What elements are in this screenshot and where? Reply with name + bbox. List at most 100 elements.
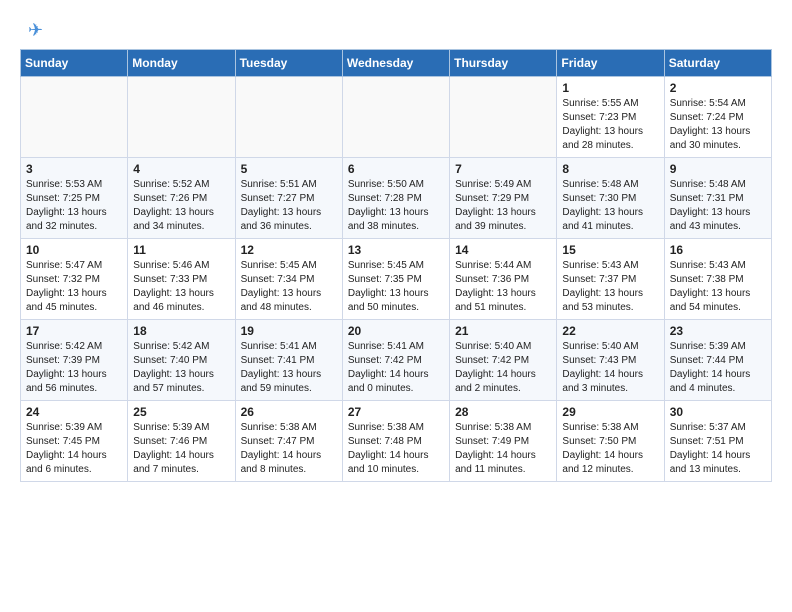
day-info: Sunrise: 5:48 AM Sunset: 7:31 PM Dayligh… [670,178,766,234]
calendar-table: SundayMondayTuesdayWednesdayThursdayFrid… [20,49,772,482]
calendar-cell: 21Sunrise: 5:40 AM Sunset: 7:42 PM Dayli… [450,320,557,401]
calendar-cell [342,77,449,158]
calendar-week-row: 1 Sunrise: 5:55 AM Sunset: 7:23 PM Daylig… [21,77,772,158]
calendar-cell: 7 Sunrise: 5:49 AM Sunset: 7:29 PM Daylig… [450,158,557,239]
day-number: 6 [348,162,444,176]
day-info: Sunrise: 5:38 AM Sunset: 7:50 PM Dayligh… [562,421,658,477]
calendar-cell: 4 Sunrise: 5:52 AM Sunset: 7:26 PM Daylig… [128,158,235,239]
day-number: 17 [26,324,122,338]
calendar-cell: 26 Sunrise: 5:38 AM Sunset: 7:47 PM Dayli… [235,401,342,482]
day-info: Sunrise: 5:39 AM Sunset: 7:46 PM Dayligh… [133,421,229,477]
day-info: Sunrise: 5:38 AM Sunset: 7:47 PM Dayligh… [241,421,337,477]
day-number: 20 [348,324,444,338]
day-info: Sunrise: 5:38 AM Sunset: 7:48 PM Dayligh… [348,421,444,477]
calendar-cell [128,77,235,158]
day-info: Sunrise: 5:55 AM Sunset: 7:23 PM Dayligh… [562,97,658,153]
day-info: Sunrise: 5:48 AM Sunset: 7:30 PM Dayligh… [562,178,658,234]
calendar-header-row: SundayMondayTuesdayWednesdayThursdayFrid… [21,50,772,77]
logo-bird-icon: ✈ [28,20,43,41]
day-number: 21 [455,324,551,338]
calendar-cell: 14Sunrise: 5:44 AM Sunset: 7:36 PM Dayli… [450,239,557,320]
day-number: 29 [562,405,658,419]
day-info: Sunrise: 5:50 AM Sunset: 7:28 PM Dayligh… [348,178,444,234]
day-number: 8 [562,162,658,176]
day-number: 23 [670,324,766,338]
calendar-cell: 6 Sunrise: 5:50 AM Sunset: 7:28 PM Daylig… [342,158,449,239]
day-number: 30 [670,405,766,419]
day-info: Sunrise: 5:39 AM Sunset: 7:45 PM Dayligh… [26,421,122,477]
day-info: Sunrise: 5:49 AM Sunset: 7:29 PM Dayligh… [455,178,551,234]
calendar-cell: 10 Sunrise: 5:47 AM Sunset: 7:32 PM Dayli… [21,239,128,320]
calendar-header-saturday: Saturday [664,50,771,77]
day-number: 11 [133,243,229,257]
day-info: Sunrise: 5:41 AM Sunset: 7:41 PM Dayligh… [241,340,337,396]
calendar-cell: 30 Sunrise: 5:37 AM Sunset: 7:51 PM Dayli… [664,401,771,482]
day-info: Sunrise: 5:42 AM Sunset: 7:40 PM Dayligh… [133,340,229,396]
day-number: 22 [562,324,658,338]
calendar-cell [450,77,557,158]
day-number: 10 [26,243,122,257]
calendar-week-row: 24 Sunrise: 5:39 AM Sunset: 7:45 PM Dayli… [21,401,772,482]
calendar-cell: 19 Sunrise: 5:41 AM Sunset: 7:41 PM Dayli… [235,320,342,401]
calendar-header-friday: Friday [557,50,664,77]
day-number: 15 [562,243,658,257]
day-info: Sunrise: 5:38 AM Sunset: 7:49 PM Dayligh… [455,421,551,477]
calendar-header-sunday: Sunday [21,50,128,77]
day-number: 12 [241,243,337,257]
calendar-week-row: 3 Sunrise: 5:53 AM Sunset: 7:25 PM Daylig… [21,158,772,239]
day-number: 4 [133,162,229,176]
calendar-cell: 18 Sunrise: 5:42 AM Sunset: 7:40 PM Dayli… [128,320,235,401]
day-number: 27 [348,405,444,419]
day-number: 16 [670,243,766,257]
day-info: Sunrise: 5:53 AM Sunset: 7:25 PM Dayligh… [26,178,122,234]
calendar-cell: 3 Sunrise: 5:53 AM Sunset: 7:25 PM Daylig… [21,158,128,239]
day-number: 13 [348,243,444,257]
day-number: 3 [26,162,122,176]
calendar-cell [235,77,342,158]
day-info: Sunrise: 5:39 AM Sunset: 7:44 PM Dayligh… [670,340,766,396]
calendar-header-wednesday: Wednesday [342,50,449,77]
calendar-cell: 9 Sunrise: 5:48 AM Sunset: 7:31 PM Daylig… [664,158,771,239]
day-info: Sunrise: 5:46 AM Sunset: 7:33 PM Dayligh… [133,259,229,315]
calendar-cell: 11 Sunrise: 5:46 AM Sunset: 7:33 PM Dayli… [128,239,235,320]
calendar-header-thursday: Thursday [450,50,557,77]
day-number: 18 [133,324,229,338]
day-number: 26 [241,405,337,419]
day-number: 9 [670,162,766,176]
calendar-cell: 17 Sunrise: 5:42 AM Sunset: 7:39 PM Dayli… [21,320,128,401]
day-info: Sunrise: 5:42 AM Sunset: 7:39 PM Dayligh… [26,340,122,396]
calendar-week-row: 10 Sunrise: 5:47 AM Sunset: 7:32 PM Dayli… [21,239,772,320]
calendar-cell: 13 Sunrise: 5:45 AM Sunset: 7:35 PM Dayli… [342,239,449,320]
calendar-cell: 24 Sunrise: 5:39 AM Sunset: 7:45 PM Dayli… [21,401,128,482]
calendar-cell: 1 Sunrise: 5:55 AM Sunset: 7:23 PM Daylig… [557,77,664,158]
calendar-cell: 23 Sunrise: 5:39 AM Sunset: 7:44 PM Dayli… [664,320,771,401]
day-info: Sunrise: 5:37 AM Sunset: 7:51 PM Dayligh… [670,421,766,477]
calendar-cell: 27 Sunrise: 5:38 AM Sunset: 7:48 PM Dayli… [342,401,449,482]
day-info: Sunrise: 5:52 AM Sunset: 7:26 PM Dayligh… [133,178,229,234]
day-number: 25 [133,405,229,419]
day-info: Sunrise: 5:45 AM Sunset: 7:34 PM Dayligh… [241,259,337,315]
day-info: Sunrise: 5:41 AM Sunset: 7:42 PM Dayligh… [348,340,444,396]
day-info: Sunrise: 5:54 AM Sunset: 7:24 PM Dayligh… [670,97,766,153]
calendar-cell: 20 Sunrise: 5:41 AM Sunset: 7:42 PM Dayli… [342,320,449,401]
page-header: ✈ [20,16,772,41]
calendar-cell: 12 Sunrise: 5:45 AM Sunset: 7:34 PM Dayli… [235,239,342,320]
calendar-cell: 15 Sunrise: 5:43 AM Sunset: 7:37 PM Dayli… [557,239,664,320]
day-info: Sunrise: 5:43 AM Sunset: 7:38 PM Dayligh… [670,259,766,315]
day-info: Sunrise: 5:47 AM Sunset: 7:32 PM Dayligh… [26,259,122,315]
day-number: 1 [562,81,658,95]
day-info: Sunrise: 5:43 AM Sunset: 7:37 PM Dayligh… [562,259,658,315]
day-number: 28 [455,405,551,419]
logo: ✈ [20,20,43,41]
calendar-cell: 8 Sunrise: 5:48 AM Sunset: 7:30 PM Daylig… [557,158,664,239]
day-number: 24 [26,405,122,419]
calendar-cell [21,77,128,158]
day-number: 2 [670,81,766,95]
day-info: Sunrise: 5:45 AM Sunset: 7:35 PM Dayligh… [348,259,444,315]
calendar-cell: 16 Sunrise: 5:43 AM Sunset: 7:38 PM Dayli… [664,239,771,320]
day-number: 19 [241,324,337,338]
calendar-cell: 5Sunrise: 5:51 AM Sunset: 7:27 PM Daylig… [235,158,342,239]
day-info: Sunrise: 5:44 AM Sunset: 7:36 PM Dayligh… [455,259,551,315]
day-number: 7 [455,162,551,176]
calendar-cell: 22Sunrise: 5:40 AM Sunset: 7:43 PM Dayli… [557,320,664,401]
